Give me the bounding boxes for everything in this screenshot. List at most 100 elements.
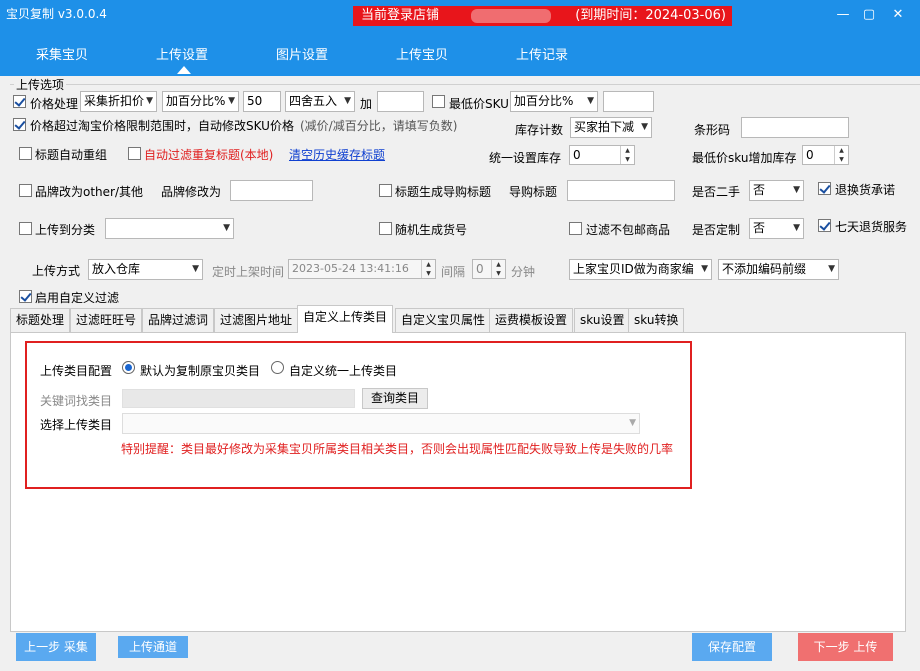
price-source-select[interactable]: 采集折扣价 ▼ xyxy=(80,91,157,112)
lowest-sku-stock-label: 最低价sku增加库存 xyxy=(692,151,797,165)
unified-stock-spinner[interactable]: 0 ▲ ▼ xyxy=(569,145,635,165)
prev-step-button[interactable]: 上一步 采集 xyxy=(16,633,96,661)
upload-category-select[interactable]: ▼ xyxy=(105,218,234,239)
keyword-input[interactable] xyxy=(122,389,355,408)
upload-category-checkbox[interactable] xyxy=(19,222,32,235)
nav-collect[interactable]: 采集宝贝 xyxy=(36,44,88,63)
interval-unit: 分钟 xyxy=(511,265,536,279)
tab-shipping-template[interactable]: 运费模板设置 xyxy=(489,308,574,332)
price-method-value: 加百分比% xyxy=(166,94,226,108)
schedule-datetime[interactable]: 2023-05-24 13:41:16 ▲ ▼ xyxy=(288,259,436,279)
brand-other-checkbox[interactable] xyxy=(19,184,32,197)
guide-title-input[interactable] xyxy=(567,180,675,201)
unified-stock-value: 0 xyxy=(573,148,581,162)
return-promise-checkbox[interactable] xyxy=(818,182,831,195)
tab-sku-settings[interactable]: sku设置 xyxy=(574,308,631,332)
spinner-arrows-icon[interactable]: ▲ ▼ xyxy=(834,146,848,164)
guide-title-gen-checkbox[interactable] xyxy=(379,184,392,197)
chevron-down-icon: ▼ xyxy=(793,185,800,195)
price-exceed-checkbox[interactable] xyxy=(13,118,26,131)
maximize-icon[interactable]: ▢ xyxy=(860,6,878,24)
rounding-select[interactable]: 四舍五入 ▼ xyxy=(285,91,355,112)
upload-channel-button[interactable]: 上传通道 xyxy=(118,636,188,658)
price-source-value: 采集折扣价 xyxy=(84,94,145,108)
tab-filter-wangwang[interactable]: 过滤旺旺号 xyxy=(70,308,143,332)
tab-sku-convert[interactable]: sku转换 xyxy=(628,308,685,332)
title-regroup-label: 标题自动重组 xyxy=(35,148,108,162)
merchant-code-select[interactable]: 上家宝贝ID做为商家编 ▼ xyxy=(569,259,712,280)
expiry-date: (到期时间：2024-03-06) xyxy=(575,8,726,23)
close-icon[interactable]: ✕ xyxy=(889,6,907,24)
lowest-sku-label: 最低价SKU xyxy=(449,97,509,111)
brand-change-input[interactable] xyxy=(230,180,313,201)
tab-custom-category[interactable]: 自定义上传类目 xyxy=(297,305,394,333)
schedule-label: 定时上架时间 xyxy=(212,265,285,279)
nav-upload-items[interactable]: 上传宝贝 xyxy=(396,44,448,63)
code-prefix-value: 不添加编码前缀 xyxy=(722,262,807,276)
tab-filter-image-url[interactable]: 过滤图片地址 xyxy=(214,308,299,332)
guide-title-label: 导购标题 xyxy=(509,185,558,199)
query-category-button[interactable]: 查询类目 xyxy=(362,388,428,409)
second-hand-select[interactable]: 否 ▼ xyxy=(749,180,804,201)
brand-other-label: 品牌改为other/其他 xyxy=(35,185,144,199)
chevron-down-icon: ▼ xyxy=(793,223,800,233)
add-value-input[interactable] xyxy=(377,91,424,112)
barcode-input[interactable] xyxy=(741,117,849,138)
filter-dup-label: 自动过滤重复标题(本地) xyxy=(144,148,274,162)
lowest-sku-stock-spinner[interactable]: 0 ▲ ▼ xyxy=(802,145,849,165)
barcode-label: 条形码 xyxy=(694,123,731,137)
spinner-arrows-icon[interactable]: ▲ ▼ xyxy=(421,260,435,278)
nav-upload-log[interactable]: 上传记录 xyxy=(516,44,568,63)
chevron-down-icon: ▼ xyxy=(629,418,636,428)
guide-title-gen-label: 标题生成导购标题 xyxy=(395,185,492,199)
nav-image-settings[interactable]: 图片设置 xyxy=(276,44,328,63)
merchant-code-value: 上家宝贝ID做为商家编 xyxy=(573,262,694,276)
second-hand-label: 是否二手 xyxy=(692,185,741,199)
chevron-down-icon: ▼ xyxy=(146,96,153,106)
radio-default-label: 默认为复制原宝贝类目 xyxy=(140,364,261,378)
random-sku-no-checkbox[interactable] xyxy=(379,222,392,235)
code-prefix-select[interactable]: 不添加编码前缀 ▼ xyxy=(718,259,839,280)
tab-custom-attributes[interactable]: 自定义宝贝属性 xyxy=(395,308,492,332)
clear-cache-link[interactable]: 清空历史缓存标题 xyxy=(289,146,385,163)
interval-spinner[interactable]: 0 ▲ ▼ xyxy=(472,259,506,279)
lowest-sku-checkbox[interactable] xyxy=(432,95,445,108)
seven-day-label: 七天退货服务 xyxy=(835,220,908,234)
tab-title-process[interactable]: 标题处理 xyxy=(10,308,71,332)
stock-count-select[interactable]: 买家拍下减 ▼ xyxy=(570,117,652,138)
main-nav: 采集宝贝 上传设置 图片设置 上传宝贝 上传记录 xyxy=(0,28,920,76)
minimize-icon[interactable]: — xyxy=(834,6,852,24)
seven-day-checkbox[interactable] xyxy=(818,219,831,232)
upload-mode-select[interactable]: 放入仓库 ▼ xyxy=(88,259,203,280)
interval-value: 0 xyxy=(476,262,484,276)
filter-no-shipping-checkbox[interactable] xyxy=(569,222,582,235)
category-config-label: 上传类目配置 xyxy=(40,364,113,378)
custom-made-select[interactable]: 否 ▼ xyxy=(749,218,804,239)
interval-label: 间隔 xyxy=(441,265,466,279)
custom-filter-checkbox[interactable] xyxy=(19,290,32,303)
price-process-checkbox[interactable] xyxy=(13,95,26,108)
add-label: 加 xyxy=(360,97,373,111)
lowest-sku-method-select[interactable]: 加百分比% ▼ xyxy=(510,91,598,112)
select-category-dropdown[interactable]: ▼ xyxy=(122,413,640,434)
radio-default-category[interactable] xyxy=(122,361,135,374)
spinner-arrows-icon[interactable]: ▲ ▼ xyxy=(491,260,505,278)
price-value-input[interactable]: 50 xyxy=(243,91,281,112)
tab-brand-filter[interactable]: 品牌过滤词 xyxy=(142,308,215,332)
chevron-down-icon: ▼ xyxy=(828,264,835,274)
lowest-sku-value-input[interactable] xyxy=(603,91,654,112)
title-bar: 宝贝复制 v3.0.0.4 当前登录店铺 (到期时间：2024-03-06) —… xyxy=(0,0,920,28)
next-step-button[interactable]: 下一步 上传 xyxy=(798,633,893,661)
spinner-arrows-icon[interactable]: ▲ ▼ xyxy=(620,146,634,164)
custom-made-value: 否 xyxy=(753,221,766,235)
radio-custom-category[interactable] xyxy=(271,361,284,374)
price-exceed-label: 价格超过淘宝价格限制范围时，自动修改SKU价格 xyxy=(30,119,294,133)
title-regroup-checkbox[interactable] xyxy=(19,147,32,160)
schedule-value: 2023-05-24 13:41:16 xyxy=(292,262,409,275)
filter-dup-checkbox[interactable] xyxy=(128,147,141,160)
nav-upload-settings[interactable]: 上传设置 xyxy=(156,44,208,63)
return-promise-label: 退换货承诺 xyxy=(835,183,896,197)
save-config-button[interactable]: 保存配置 xyxy=(692,633,772,661)
price-method-select[interactable]: 加百分比% ▼ xyxy=(162,91,239,112)
chevron-down-icon: ▼ xyxy=(228,96,235,106)
